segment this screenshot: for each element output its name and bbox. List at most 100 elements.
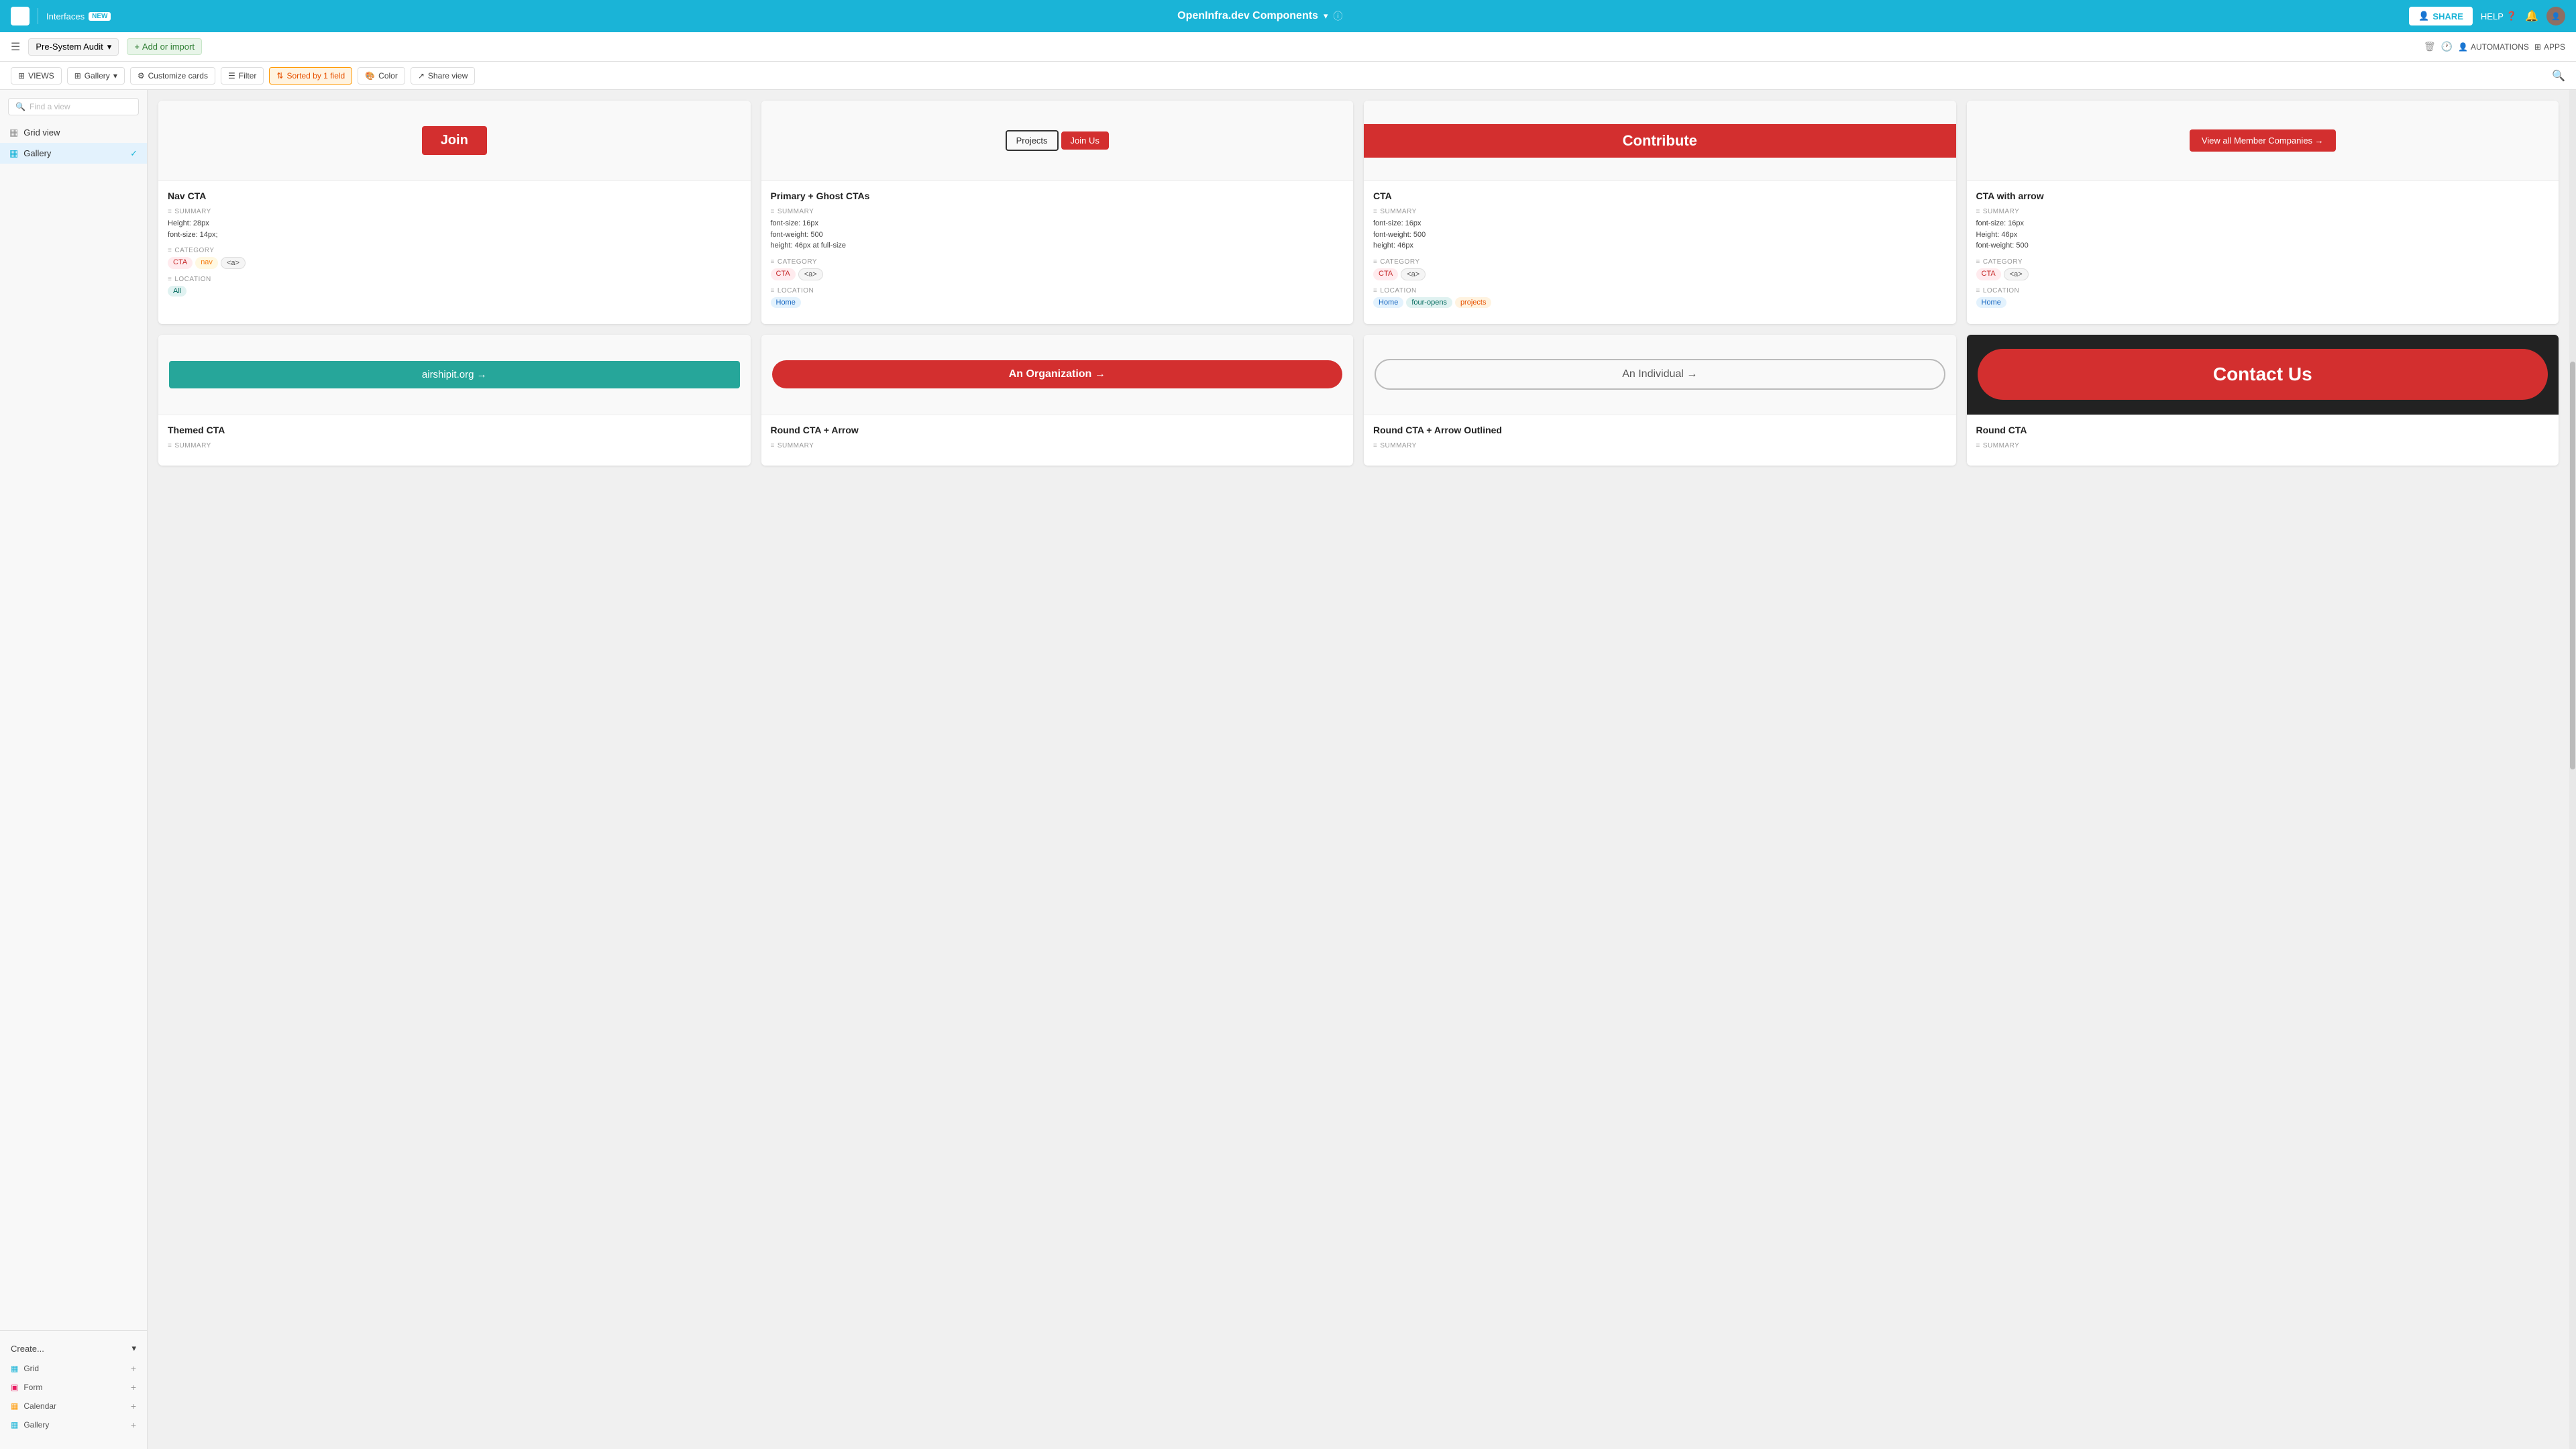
sort-icon: ⇅: [276, 71, 283, 80]
card-round-cta-arrow: An Organization → Round CTA + Arrow ≡ SU…: [761, 335, 1354, 466]
bell-icon[interactable]: 🔔: [2525, 9, 2538, 23]
add-calendar-icon[interactable]: +: [131, 1401, 136, 1411]
summary-icon-1: ≡: [168, 208, 172, 215]
organization-button[interactable]: An Organization →: [772, 360, 1343, 388]
card-body-round-outlined: Round CTA + Arrow Outlined ≡ SUMMARY: [1364, 415, 1956, 466]
summary-label-7: ≡ SUMMARY: [1373, 442, 1947, 449]
filter-button[interactable]: ☰ Filter: [221, 67, 264, 85]
avatar[interactable]: 👤: [2546, 7, 2565, 25]
automations-button[interactable]: 👤 AUTOMATIONS: [2458, 42, 2529, 52]
apps-button[interactable]: ⊞ APPS: [2534, 42, 2565, 52]
tag-cta-1[interactable]: CTA: [168, 257, 193, 269]
tag-home-3[interactable]: Home: [1373, 297, 1403, 308]
automations-label: AUTOMATIONS: [2471, 42, 2529, 52]
tag-four-opens-3[interactable]: four-opens: [1406, 297, 1452, 308]
tag-cta-2[interactable]: CTA: [771, 268, 796, 280]
add-grid-icon[interactable]: +: [131, 1363, 136, 1374]
summary-label-1: ≡ SUMMARY: [168, 208, 741, 215]
view-selector[interactable]: Pre-System Audit ▾: [28, 38, 119, 56]
find-view-input[interactable]: 🔍 Find a view: [8, 98, 139, 115]
create-calendar-icon: ▦: [11, 1401, 18, 1411]
search-icon[interactable]: 🔍: [2552, 69, 2565, 83]
add-import-label: Add or import: [142, 42, 195, 52]
view-all-button[interactable]: View all Member Companies →: [2190, 129, 2336, 152]
sorted-button[interactable]: ⇅ Sorted by 1 field: [269, 67, 352, 85]
summary-icon-7: ≡: [1373, 442, 1377, 449]
gallery-button[interactable]: ⊞ Gallery ▾: [67, 67, 125, 85]
join-button[interactable]: Join: [422, 126, 487, 155]
scrollbar-track[interactable]: [2569, 90, 2576, 1449]
top-bar-right: 👤 SHARE HELP ❓ 🔔 👤: [2409, 7, 2565, 25]
tag-cta-4[interactable]: CTA: [1976, 268, 2001, 280]
hamburger-icon[interactable]: ☰: [11, 40, 20, 54]
tag-a-1[interactable]: <a>: [221, 257, 246, 269]
tag-nav-1[interactable]: nav: [195, 257, 218, 269]
summary-label-8: ≡ SUMMARY: [1976, 442, 2550, 449]
add-import-button[interactable]: + Add or import: [127, 38, 202, 55]
tag-a-3[interactable]: <a>: [1401, 268, 1426, 280]
card-cta-arrow: View all Member Companies → CTA with arr…: [1967, 101, 2559, 324]
card-preview-themed: airshipit.org →: [158, 335, 751, 415]
share-view-icon: ↗: [418, 71, 425, 80]
tag-a-4[interactable]: <a>: [2004, 268, 2029, 280]
create-form-option[interactable]: ▣ Form +: [8, 1378, 139, 1397]
share-view-button[interactable]: ↗ Share view: [411, 67, 475, 85]
customize-cards-button[interactable]: ⚙ Customize cards: [130, 67, 215, 85]
tag-a-2[interactable]: <a>: [798, 268, 823, 280]
card-primary-ghost: Projects Join Us Primary + Ghost CTAs ≡ …: [761, 101, 1354, 324]
grid-view-label: Grid view: [23, 127, 60, 138]
card-themed-cta: airshipit.org → Themed CTA ≡ SUMMARY: [158, 335, 751, 466]
location-label-1: ≡ LOCATION: [168, 276, 741, 283]
add-form-icon[interactable]: +: [131, 1382, 136, 1393]
create-gallery-option[interactable]: ▦ Gallery +: [8, 1415, 139, 1434]
share-button[interactable]: 👤 SHARE: [2409, 7, 2473, 25]
location-icon-4: ≡: [1976, 287, 1980, 294]
category-label-2: ≡ CATEGORY: [771, 258, 1344, 266]
summary-icon-4: ≡: [1976, 208, 1980, 215]
tag-home-4[interactable]: Home: [1976, 297, 2006, 308]
join-us-primary-button[interactable]: Join Us: [1061, 131, 1109, 150]
sidebar-item-grid[interactable]: ▦ Grid view: [0, 122, 147, 143]
create-grid-option[interactable]: ▦ Grid +: [8, 1359, 139, 1378]
tag-cta-3[interactable]: CTA: [1373, 268, 1398, 280]
gallery-sidebar-label: Gallery: [23, 148, 51, 158]
contact-us-button[interactable]: Contact Us: [1978, 349, 2548, 400]
tag-all-1[interactable]: All: [168, 286, 186, 297]
sidebar-item-gallery[interactable]: ▦ Gallery ✓: [0, 143, 147, 164]
projects-ghost-button[interactable]: Projects: [1006, 130, 1059, 151]
create-form-label: Form: [23, 1383, 42, 1392]
card-preview-primary-ghost: Projects Join Us: [761, 101, 1354, 181]
views-label: VIEWS: [28, 71, 54, 80]
color-button[interactable]: 🎨 Color: [358, 67, 405, 85]
content-area: Join Nav CTA ≡ SUMMARY Height: 28pxfont-…: [148, 90, 2569, 1449]
summary-value-2: font-size: 16pxfont-weight: 500height: 4…: [771, 218, 1344, 252]
views-button[interactable]: ⊞ VIEWS: [11, 67, 62, 85]
contribute-button[interactable]: Contribute: [1364, 124, 1956, 158]
top-bar: Interfaces NEW OpenInfra.dev Components …: [0, 0, 2576, 32]
category-tags-3: CTA <a>: [1373, 268, 1947, 280]
create-gallery-label: Gallery: [23, 1420, 49, 1430]
tag-projects-3[interactable]: projects: [1455, 297, 1492, 308]
scrollbar-thumb[interactable]: [2570, 362, 2575, 769]
chevron-down-icon[interactable]: ▾: [1324, 11, 1328, 21]
info-icon[interactable]: ⓘ: [1333, 9, 1342, 23]
tag-home-2[interactable]: Home: [771, 297, 801, 308]
airship-button[interactable]: airshipit.org →: [169, 361, 740, 388]
create-button[interactable]: Create... ▾: [8, 1338, 139, 1359]
filter-label: Filter: [239, 71, 257, 80]
location-tags-3: Home four-opens projects: [1373, 297, 1947, 308]
person-icon: 👤: [2458, 42, 2468, 52]
history-icon[interactable]: 🕐: [2441, 41, 2453, 52]
individual-button[interactable]: An Individual →: [1375, 359, 1945, 390]
cards-grid: Join Nav CTA ≡ SUMMARY Height: 28pxfont-…: [158, 101, 2559, 466]
trash-icon[interactable]: 🗑: [2424, 41, 2436, 52]
search-placeholder: Find a view: [30, 102, 70, 111]
add-gallery-icon[interactable]: +: [131, 1419, 136, 1430]
card-preview-round-cta: Contact Us: [1967, 335, 2559, 415]
interfaces-label[interactable]: Interfaces NEW: [46, 11, 111, 21]
category-tags-4: CTA <a>: [1976, 268, 2550, 280]
help-button[interactable]: HELP ❓: [2481, 11, 2517, 21]
logo[interactable]: [11, 7, 30, 25]
create-calendar-option[interactable]: ▦ Calendar +: [8, 1397, 139, 1415]
create-calendar-label: Calendar: [23, 1401, 56, 1411]
